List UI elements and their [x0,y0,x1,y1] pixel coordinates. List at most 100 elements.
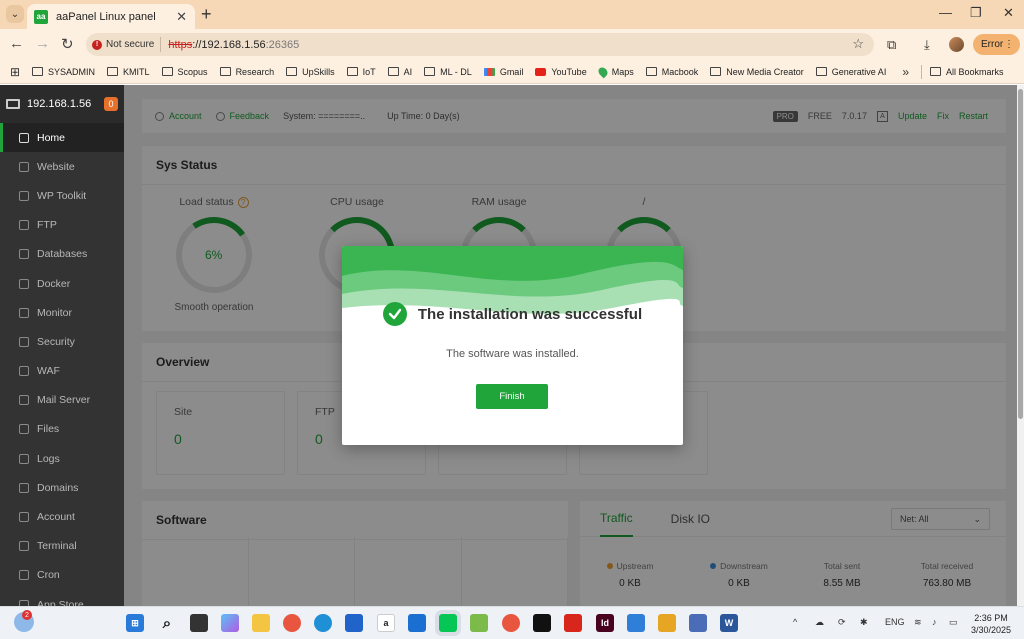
remote-desktop-icon[interactable] [689,614,707,632]
error-chip[interactable]: Error ⋮ [973,34,1020,55]
sidebar-item-label: Cron [37,569,60,582]
sidebar-item-docker[interactable]: Docker [0,269,124,298]
sidebar-item-waf[interactable]: WAF [0,357,124,386]
battery-icon[interactable]: ▭ [949,617,958,628]
bookmarks-overflow-icon[interactable]: » [902,65,909,79]
bookmark-label: Macbook [661,66,699,77]
apps-grid-icon[interactable]: ⊞ [10,65,32,79]
sidebar-item-label: Monitor [37,306,73,319]
system-clock[interactable]: 2:36 PM 3/30/2025 [965,612,1017,636]
line-icon[interactable] [439,614,457,632]
folder-icon [107,67,119,76]
bookmark-generative-ai[interactable]: Generative AI [815,67,886,77]
sidebar-item-domains[interactable]: Domains [0,473,124,502]
bookmark-iot[interactable]: IoT [346,66,376,77]
all-bookmarks[interactable]: All Bookmarks [930,67,1004,77]
wifi-icon[interactable]: ≋ [914,617,922,628]
all-bookmarks-label: All Bookmarks [946,66,1004,77]
downloads-icon[interactable]: ⤓ [924,37,930,53]
page-scrollbar[interactable] [1017,85,1024,606]
bookmark-new-media-creator[interactable]: New Media Creator [710,67,804,77]
profile-avatar[interactable] [949,37,964,52]
log-icon [19,453,29,464]
sidebar-item-logs[interactable]: Logs [0,444,124,473]
indesign-icon[interactable]: Id [596,614,614,632]
tray-sync-icon[interactable]: ⟳ [838,617,846,628]
back-icon[interactable]: ← [9,35,24,52]
sidebar-item-mail-server[interactable]: Mail Server [0,386,124,415]
language-indicator[interactable]: ENG [885,617,905,627]
weather-badge: 2 [22,610,32,620]
edge-icon[interactable] [314,614,332,632]
sidebar-item-label: Domains [37,481,79,494]
bookmark-youtube[interactable]: YouTube [535,67,587,77]
address-bar[interactable]: ! Not secure https ://192.168.1.56 :2636… [86,33,874,56]
finish-button[interactable]: Finish [476,384,548,409]
minimize-button[interactable]: — [939,5,952,20]
sidebar-item-terminal[interactable]: Terminal [0,532,124,561]
sidebar-item-account[interactable]: Account [0,502,124,531]
sidebar-item-files[interactable]: Files [0,415,124,444]
maximize-button[interactable]: ❐ [970,5,982,21]
start-menu-icon[interactable]: ⊞ [126,614,144,632]
chrome-profile-icon[interactable] [502,614,520,632]
acrobat-icon[interactable] [564,614,582,632]
word-icon[interactable]: W [720,614,738,632]
url-scheme: https [168,38,193,51]
security-label: Not secure [106,39,155,50]
volume-icon[interactable]: ♪ [932,617,937,627]
error-label: Error [981,39,1004,50]
notes-app-icon[interactable] [658,614,676,632]
tab-search-button[interactable]: ⌄ [6,5,24,23]
sidebar-item-home[interactable]: Home [0,123,124,153]
browser-tab[interactable]: aa aaPanel Linux panel ✕ [27,4,195,29]
folder-icon [930,67,942,76]
bookmark-research[interactable]: Research [219,67,274,77]
bookmark-macbook[interactable]: Macbook [645,66,699,77]
file-explorer-icon[interactable] [252,614,270,632]
sidebar-item-label: Databases [37,248,88,261]
sidebar-item-databases[interactable]: Databases [0,240,124,269]
notification-badge[interactable]: 0 [104,97,118,111]
sidebar-item-website[interactable]: Website [0,152,124,181]
sidebar-item-wp-toolkit[interactable]: WP Toolkit [0,181,124,210]
bookmark-ml-dl[interactable]: ML - DL [424,67,472,77]
tray-bluetooth-icon[interactable]: ✱ [860,617,868,628]
search-icon[interactable]: ⌕ [158,614,176,632]
tray-overflow-icon[interactable]: ^ [793,617,797,627]
bookmark-scopus[interactable]: Scopus [161,67,208,77]
android-studio-icon[interactable] [470,614,488,632]
sidebar-item-security[interactable]: Security [0,327,124,356]
folder-icon [645,67,657,76]
bookmark-maps[interactable]: Maps [596,65,634,78]
bookmark-label: IoT [362,66,376,77]
bookmark-upskills[interactable]: UpSkills [286,67,335,77]
tray-app-icon[interactable]: ☁ [815,617,824,628]
chrome-icon[interactable] [283,614,301,632]
scroll-thumb[interactable] [1018,89,1023,419]
tiktok-icon[interactable] [533,614,551,632]
bookmark-star-icon[interactable]: ☆ [852,36,864,52]
extensions-icon[interactable]: ⧉ [887,37,896,53]
bookmark-sysadmin[interactable]: SYSADMIN [32,67,95,77]
amazon-icon[interactable]: a [377,614,395,632]
bookmark-ai[interactable]: AI [387,67,412,77]
outlook-icon[interactable] [408,614,426,632]
bookmark-kmitl[interactable]: KMITL [107,67,150,77]
forward-icon[interactable]: → [35,35,50,52]
sidebar-item-monitor[interactable]: Monitor [0,298,124,327]
user-icon [19,512,29,523]
new-tab-button[interactable]: + [201,4,212,25]
close-window-button[interactable]: ✕ [1003,5,1014,21]
store-icon[interactable] [345,614,363,632]
sidebar-item-cron[interactable]: Cron [0,561,124,590]
sidebar-item-ftp[interactable]: FTP [0,211,124,240]
tab-close-icon[interactable]: ✕ [176,9,187,25]
copilot-icon[interactable] [221,614,239,632]
vscode-icon[interactable] [627,614,645,632]
task-view-icon[interactable] [190,614,208,632]
bookmark-gmail[interactable]: Gmail [483,67,523,77]
security-chip[interactable]: ! Not secure [92,37,162,52]
folder-icon [219,67,231,76]
reload-icon[interactable]: ↻ [61,35,74,53]
